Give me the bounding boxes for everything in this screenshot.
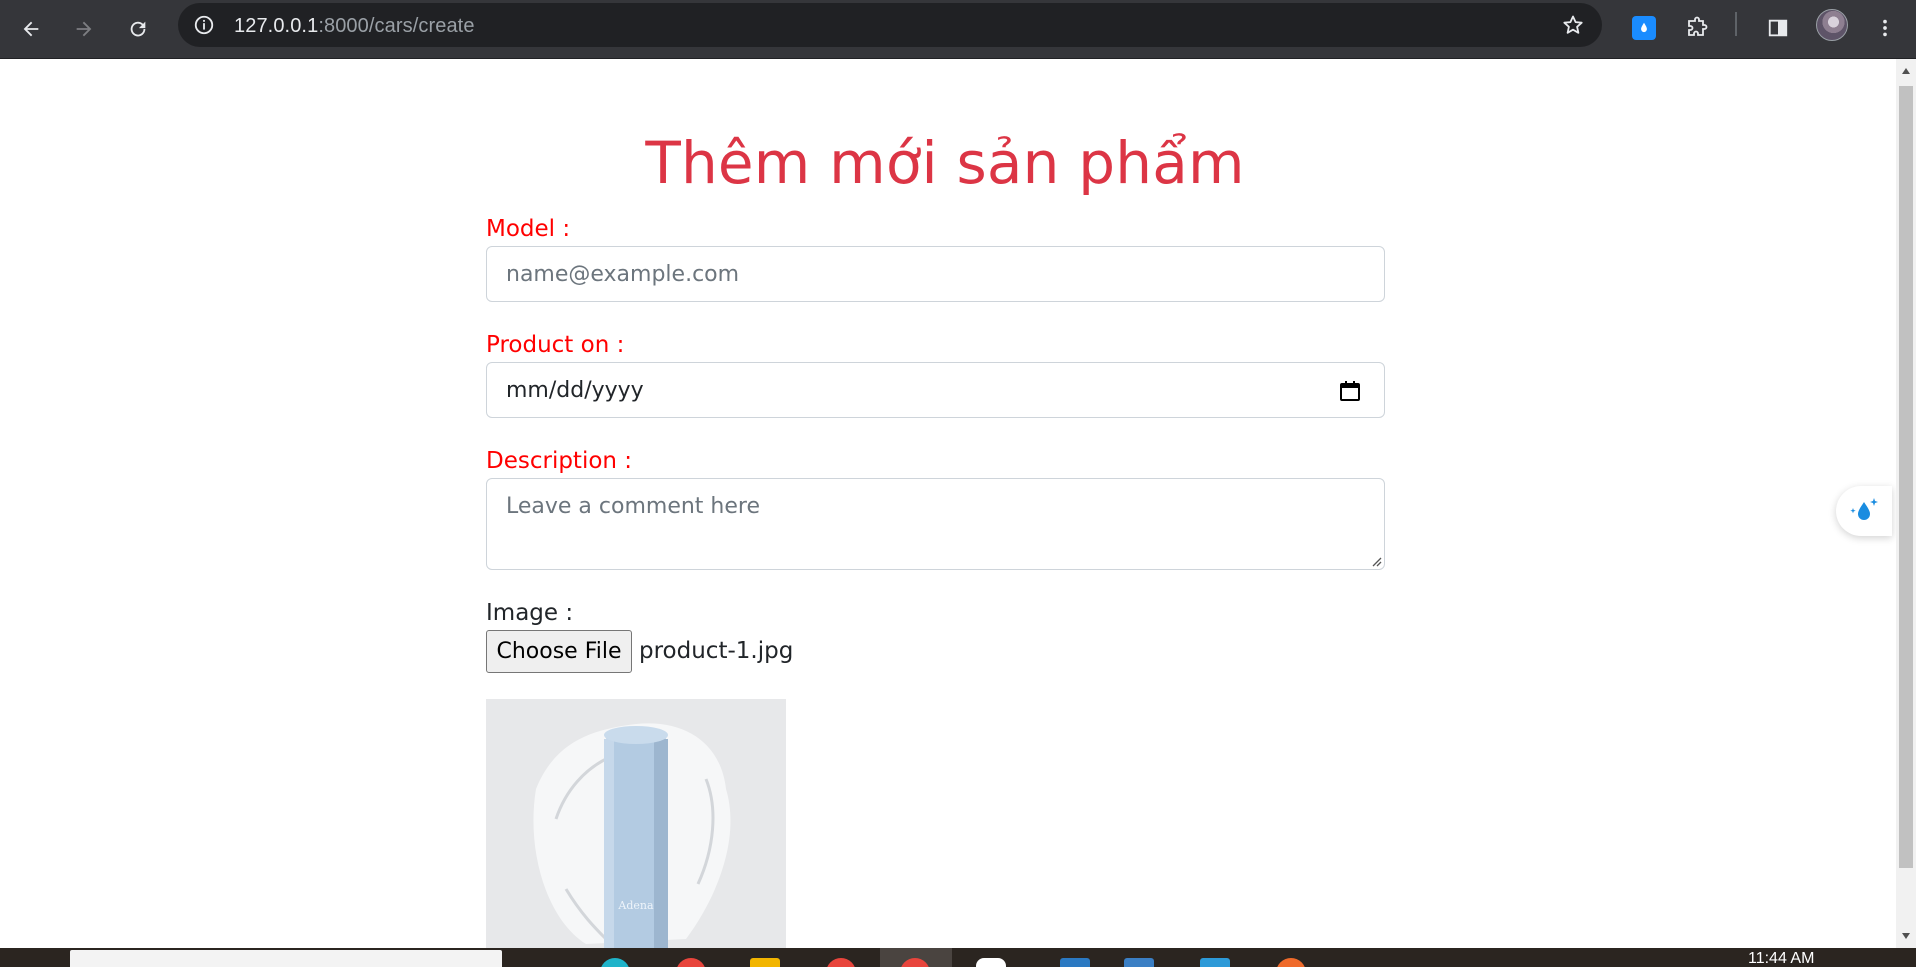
taskbar-app-icon[interactable]	[676, 958, 706, 967]
profile-avatar[interactable]	[1816, 9, 1848, 41]
taskbar-app-icon[interactable]	[750, 958, 780, 967]
arrow-left-icon	[23, 21, 39, 37]
taskbar-app-icon[interactable]	[826, 958, 856, 967]
page-title: Thêm mới sản phẩm	[645, 129, 1245, 197]
taskbar-app-icon[interactable]	[1200, 958, 1230, 967]
scrollbar-thumb[interactable]	[1899, 86, 1913, 868]
floating-assistant-button[interactable]	[1836, 486, 1892, 536]
url-text[interactable]: 127.0.0.1:8000/cars/create	[234, 15, 475, 38]
taskbar-app-icon[interactable]	[1060, 958, 1090, 967]
toolbar-separator	[1735, 12, 1737, 36]
choose-file-button[interactable]: Choose File	[486, 630, 632, 673]
arrow-right-icon	[76, 21, 92, 37]
taskbar-app-icon[interactable]	[600, 958, 630, 967]
image-label: Image :	[486, 600, 574, 626]
taskbar-app-icon[interactable]	[1276, 958, 1306, 967]
taskbar-app-icon[interactable]	[1124, 958, 1154, 967]
extension-drop-icon[interactable]	[1626, 10, 1662, 46]
browser-toolbar: 127.0.0.1:8000/cars/create	[0, 0, 1916, 59]
os-taskbar: 11:44 AM	[0, 948, 1916, 967]
description-label: Description :	[486, 448, 633, 474]
site-info-icon[interactable]	[188, 9, 220, 41]
preview-brand-text: Adena	[617, 899, 654, 912]
scroll-down-arrow-icon[interactable]	[1900, 930, 1912, 942]
reload-button[interactable]	[120, 11, 156, 47]
scroll-up-arrow-icon[interactable]	[1900, 65, 1912, 77]
back-button[interactable]	[13, 11, 49, 47]
bookmark-star-icon[interactable]	[1558, 10, 1588, 40]
reload-icon	[130, 21, 146, 37]
date-value: mm/dd/yyyy	[506, 378, 644, 403]
taskbar-clock: 11:44 AM	[1748, 950, 1815, 967]
model-label: Model :	[486, 216, 571, 242]
water-drop-sparkle-icon	[1850, 498, 1878, 520]
page-content: Thêm mới sản phẩm Model : name@example.c…	[0, 59, 1896, 948]
product-image: Adena	[486, 699, 786, 948]
side-panel-icon[interactable]	[1760, 10, 1796, 46]
more-menu-icon[interactable]	[1867, 10, 1903, 46]
resize-handle-icon[interactable]	[1368, 553, 1382, 567]
selected-file-name: product-1.jpg	[639, 638, 794, 664]
url-host: 127.0.0.1	[234, 15, 319, 37]
image-preview: Adena	[486, 699, 786, 948]
calendar-icon[interactable]	[1338, 379, 1362, 403]
model-input[interactable]: name@example.com	[486, 246, 1385, 302]
taskbar-search-box[interactable]	[70, 950, 502, 967]
address-bar[interactable]: 127.0.0.1:8000/cars/create	[178, 3, 1602, 47]
taskbar-app-icon[interactable]	[976, 958, 1006, 967]
extensions-puzzle-icon[interactable]	[1679, 10, 1715, 46]
url-path: :8000/cars/create	[318, 15, 475, 37]
product-on-label: Product on :	[486, 332, 625, 358]
model-placeholder: name@example.com	[506, 262, 740, 287]
description-textarea[interactable]: Leave a comment here	[486, 478, 1385, 570]
product-on-date-input[interactable]: mm/dd/yyyy	[486, 362, 1385, 418]
forward-button[interactable]	[66, 11, 102, 47]
vertical-scrollbar[interactable]	[1896, 59, 1916, 948]
description-placeholder: Leave a comment here	[506, 494, 760, 519]
